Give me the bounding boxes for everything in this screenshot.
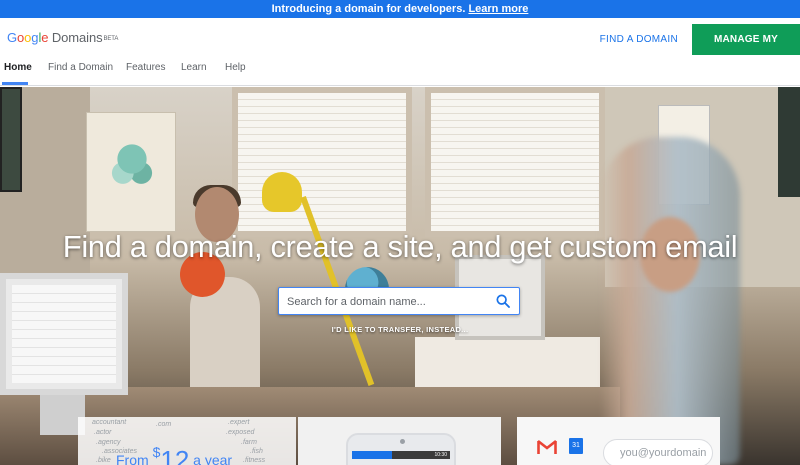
pricing-card[interactable]: accountant .actor .agency .associates .b…	[78, 417, 296, 465]
nav-item-home[interactable]: Home	[4, 62, 32, 73]
tld-word: .com	[156, 421, 172, 428]
phone-illustration: 10:30	[346, 433, 456, 465]
tld-word: .bike	[96, 457, 111, 464]
calendar-icon: 31	[569, 438, 583, 454]
find-a-domain-link[interactable]: FIND A DOMAIN	[600, 34, 678, 45]
tld-word: .expert	[228, 419, 250, 426]
logo-google: Google	[7, 30, 49, 45]
gmail-icon	[537, 439, 557, 454]
tld-word: .fish	[250, 448, 263, 455]
nav-item-help[interactable]: Help	[225, 62, 246, 73]
logo-beta: BETA	[103, 35, 119, 42]
phone-status-time: 10:30	[434, 452, 447, 458]
nav-active-indicator	[2, 82, 28, 85]
nav-item-features[interactable]: Features	[126, 62, 165, 73]
tld-word: .exposed	[226, 429, 255, 436]
domain-search-input[interactable]	[287, 293, 487, 311]
site-builder-card[interactable]: 10:30	[298, 417, 501, 465]
site-header: Google DomainsBETA FIND A DOMAIN MANAGE …	[0, 18, 800, 76]
learn-more-link[interactable]: Learn more	[468, 3, 528, 15]
starting-price: From $12 a year	[116, 441, 232, 465]
nav-item-find-a-domain[interactable]: Find a Domain	[48, 62, 113, 73]
announcement-text: Introducing a domain for developers.	[271, 3, 466, 15]
phone-status-bar: 10:30	[352, 451, 450, 459]
announcement-bar: Introducing a domain for developers. Lea…	[0, 0, 800, 18]
transfer-link[interactable]: I'D LIKE TO TRANSFER, INSTEAD...	[0, 325, 800, 334]
email-card[interactable]: 31 you@yourdomain	[517, 417, 720, 465]
logo-domains: Domains	[51, 30, 103, 45]
tld-word: .actor	[94, 429, 112, 436]
price-value: 12	[160, 445, 190, 465]
price-period: a year	[193, 452, 233, 465]
price-from-label: From	[116, 452, 149, 465]
nav-item-learn[interactable]: Learn	[181, 62, 207, 73]
hero-title: Find a domain, create a site, and get cu…	[62, 229, 738, 264]
tld-word: .farm	[241, 439, 257, 446]
tld-word: accountant	[92, 419, 127, 426]
google-domains-logo[interactable]: Google DomainsBETA	[7, 30, 118, 45]
email-address-pill: you@yourdomain	[603, 439, 713, 465]
manage-my-domains-button[interactable]: MANAGE MY DOMAINS	[692, 24, 800, 76]
search-icon[interactable]	[495, 293, 511, 309]
main-nav: Home Find a Domain Features Learn Help	[0, 56, 800, 86]
domain-search-box	[278, 287, 520, 315]
hero-banner: Find a domain, create a site, and get cu…	[0, 87, 800, 465]
tld-word: .fitness	[243, 457, 266, 464]
